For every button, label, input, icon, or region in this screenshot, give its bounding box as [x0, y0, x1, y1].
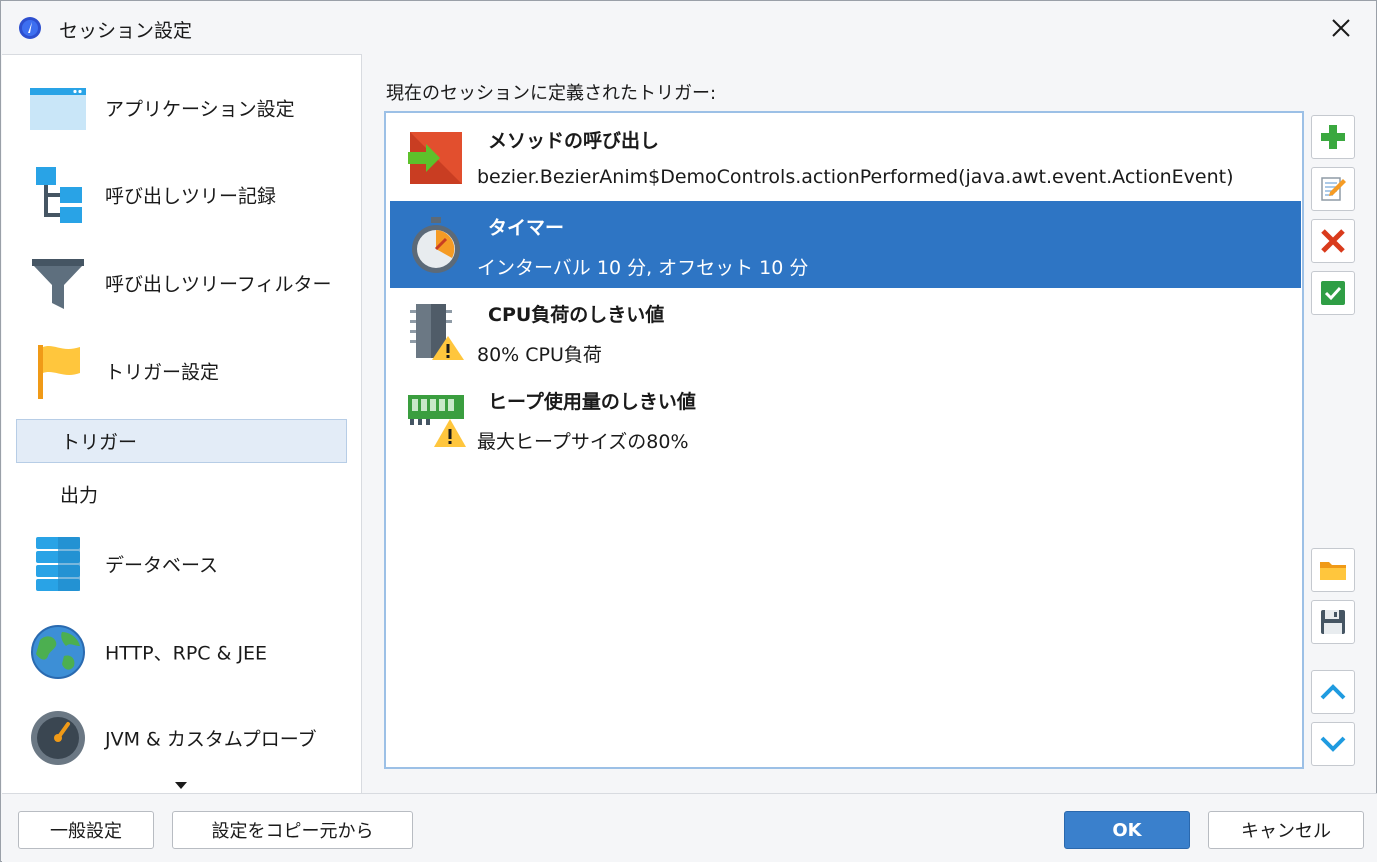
- ok-button[interactable]: OK: [1064, 811, 1190, 849]
- trigger-title: タイマー: [488, 217, 565, 239]
- sidebar-item-http-rpc-jee[interactable]: HTTP、RPC & JEE: [2, 612, 361, 692]
- close-button[interactable]: [1319, 11, 1363, 45]
- trigger-list[interactable]: メソッドの呼び出し bezier.BezierAnim$DemoControls…: [384, 111, 1304, 769]
- sidebar-item-label: トリガー設定: [105, 361, 220, 384]
- plus-icon: [1321, 125, 1345, 149]
- move-down-button[interactable]: [1311, 722, 1355, 766]
- sidebar-item-databases[interactable]: データベース: [2, 524, 361, 604]
- trigger-title: メソッドの呼び出し: [488, 130, 660, 152]
- app-logo-icon: [19, 17, 41, 39]
- floppy-disk-icon: [1321, 610, 1345, 634]
- sidebar-item-application-settings[interactable]: アプリケーション設定: [2, 68, 361, 148]
- trigger-row-cpu-threshold[interactable]: CPU負荷のしきい値 80% CPU負荷: [390, 288, 1301, 375]
- flag-icon: [38, 345, 80, 399]
- check-icon: [1321, 281, 1345, 305]
- close-icon: [1332, 19, 1350, 37]
- trigger-title: CPU負荷のしきい値: [488, 304, 665, 326]
- delete-trigger-button[interactable]: [1311, 219, 1355, 263]
- trigger-description: 80% CPU負荷: [477, 344, 602, 366]
- tree-icon: [36, 167, 82, 223]
- session-settings-dialog: セッション設定 アプリケーション設定 呼び出しツリー記録 呼び出しツリーフィルタ…: [0, 0, 1377, 862]
- trigger-row-heap-threshold[interactable]: ヒープ使用量のしきい値 最大ヒープサイズの80%: [390, 375, 1301, 462]
- sidebar-item-label: アプリケーション設定: [105, 98, 295, 121]
- export-triggers-button[interactable]: [1311, 600, 1355, 644]
- trigger-panel: 現在のセッションに定義されたトリガー: メソッドの呼び出し bezier.Bez…: [363, 55, 1376, 793]
- method-call-icon: [408, 132, 462, 184]
- trigger-description: bezier.BezierAnim$DemoControls.actionPer…: [477, 166, 1234, 188]
- database-icon: [36, 537, 80, 591]
- trigger-list-caption: 現在のセッションに定義されたトリガー:: [386, 83, 717, 104]
- move-up-button[interactable]: [1311, 670, 1355, 714]
- window-title: セッション設定: [59, 20, 193, 42]
- globe-icon: [31, 625, 85, 679]
- sidebar-item-jvm-custom-probes[interactable]: JVM & カスタムプローブ: [2, 698, 361, 778]
- sidebar-item-label: HTTP、RPC & JEE: [105, 642, 268, 665]
- trigger-title: ヒープ使用量のしきい値: [488, 391, 696, 413]
- memory-warning-icon: [408, 395, 466, 447]
- sidebar-subitem-label: 出力: [60, 484, 99, 507]
- import-triggers-button[interactable]: [1311, 548, 1355, 592]
- edit-icon: [1321, 177, 1346, 201]
- chevron-up-icon: [1320, 684, 1346, 700]
- sidebar-item-label: 呼び出しツリー記録: [105, 185, 277, 208]
- title-bar: セッション設定: [1, 1, 1376, 55]
- trigger-description: インターバル 10 分, オフセット 10 分: [477, 257, 809, 279]
- sidebar-subitem-triggers[interactable]: トリガー: [16, 419, 347, 463]
- cancel-button[interactable]: キャンセル: [1208, 811, 1364, 849]
- sidebar-item-label: 呼び出しツリーフィルター: [105, 273, 332, 296]
- cpu-warning-icon: [410, 304, 464, 360]
- sidebar-item-trigger-settings[interactable]: トリガー設定: [2, 331, 361, 411]
- folder-icon: [1320, 562, 1346, 580]
- sidebar-item-call-tree-recording[interactable]: 呼び出しツリー記録: [2, 155, 361, 235]
- sidebar-item-label: JVM & カスタムプローブ: [105, 728, 317, 751]
- sidebar-item-label: データベース: [105, 554, 219, 577]
- copy-settings-from-button[interactable]: 設定をコピー元から: [172, 811, 413, 849]
- trigger-row-method-call[interactable]: メソッドの呼び出し bezier.BezierAnim$DemoControls…: [390, 114, 1301, 201]
- sidebar-subitem-label: トリガー: [61, 431, 138, 454]
- gauge-icon: [31, 711, 85, 765]
- add-trigger-button[interactable]: [1311, 115, 1355, 159]
- edit-trigger-button[interactable]: [1311, 167, 1355, 211]
- sidebar-subitem-output[interactable]: 出力: [16, 472, 347, 516]
- app-window-icon: [30, 88, 86, 130]
- dialog-footer: 一般設定 設定をコピー元から OK キャンセル: [2, 793, 1377, 862]
- trigger-row-timer[interactable]: タイマー インターバル 10 分, オフセット 10 分: [390, 201, 1301, 288]
- stopwatch-icon: [412, 217, 460, 273]
- delete-icon: [1321, 229, 1345, 253]
- settings-sidebar: アプリケーション設定 呼び出しツリー記録 呼び出しツリーフィルター トリガー設定…: [2, 54, 362, 793]
- toggle-trigger-enabled-button[interactable]: [1311, 271, 1355, 315]
- funnel-icon: [32, 259, 84, 309]
- chevron-down-icon: [1320, 736, 1346, 752]
- sidebar-item-call-tree-filters[interactable]: 呼び出しツリーフィルター: [2, 243, 361, 323]
- general-settings-button[interactable]: 一般設定: [18, 811, 154, 849]
- trigger-description: 最大ヒープサイズの80%: [477, 431, 689, 453]
- scroll-down-arrow-icon[interactable]: [175, 782, 187, 789]
